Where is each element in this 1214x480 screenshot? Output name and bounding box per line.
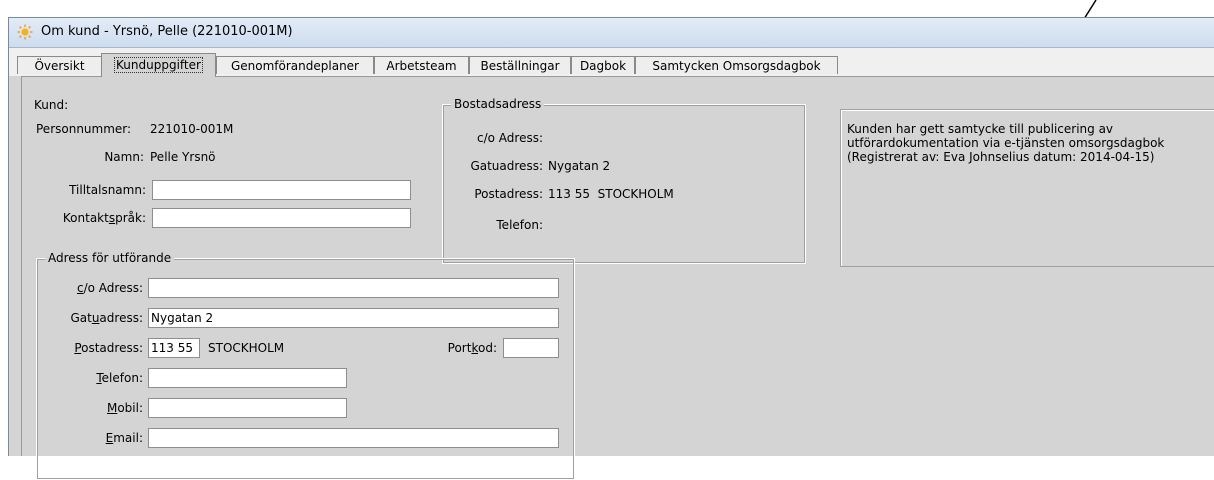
bostad-postadress-label: Postadress: (474, 187, 543, 201)
bostadsadress-group: Bostadsadress c/o Adress: Gatuadress: Ny… (442, 97, 806, 264)
samtycke-note: Kunden har gett samtycke till publicerin… (840, 109, 1214, 267)
namn-label: Namn: (104, 150, 144, 164)
utf-email-input[interactable] (148, 428, 559, 448)
tilltalsnamn-input[interactable] (152, 180, 411, 200)
tab-kunduppgifter[interactable]: Kunduppgifter (101, 53, 216, 77)
kontaktsprak-label: Kontaktspråk: (62, 211, 146, 225)
tab-dagbok[interactable]: Dagbok (571, 56, 635, 74)
utf-mobil-label: Mobil: (106, 401, 143, 415)
bostad-gatuadress-value: Nygatan 2 (548, 159, 611, 173)
utforande-adress-group: Adress för utförande c/o Adress: Gatuadr… (36, 251, 575, 480)
kunduppgifter-panel: Kund: Personnummer: 221010-001M Namn: Pe… (21, 76, 1214, 480)
samtycke-line-3: (Registrerat av: Eva Johnselius datum: 2… (847, 150, 1155, 164)
customer-window: Om kund - Yrsnö, Pelle (221010-001M) Öve… (8, 17, 1214, 480)
utf-postnummer-input[interactable]: 113 55 (148, 338, 200, 358)
utf-co-label: c/o Adress: (76, 281, 143, 295)
utf-postadress-label: Postadress: (74, 341, 143, 355)
utforande-title: Adress för utförande (45, 251, 175, 265)
tab-bar: Översikt Kunduppgifter Genomförandeplane… (9, 48, 1214, 77)
tab-arbetsteam[interactable]: Arbetsteam (374, 56, 469, 74)
title-bar: Om kund - Yrsnö, Pelle (221010-001M) (9, 18, 1214, 48)
bostad-gatuadress-label: Gatuadress: (470, 159, 543, 173)
tab-oversikt[interactable]: Översikt (17, 56, 102, 74)
sun-icon (17, 24, 33, 40)
bostad-co-label: c/o Adress: (476, 131, 543, 145)
tab-samtycken-omsorgsdagbok[interactable]: Samtycken Omsorgsdagbok (635, 56, 838, 74)
samtycke-line-1: Kunden har gett samtycke till publicerin… (847, 122, 1114, 136)
tab-bestallningar[interactable]: Beställningar (469, 56, 571, 74)
bostad-telefon-label: Telefon: (496, 218, 543, 232)
utf-portkod-input[interactable] (503, 338, 559, 358)
bostad-postadress-value: 113 55 STOCKHOLM (548, 187, 674, 201)
utf-portkod-label: Portkod: (447, 341, 497, 355)
utf-telefon-input[interactable] (148, 368, 347, 388)
personnummer-label: Personnummer: (36, 122, 132, 136)
tab-genomforandeplaner[interactable]: Genomförandeplaner (216, 56, 374, 74)
personnummer-value: 221010-001M (150, 122, 234, 136)
window-title: Om kund - Yrsnö, Pelle (221010-001M) (41, 24, 293, 39)
samtycke-line-2: utförardokumentation via e-tjänsten omso… (847, 136, 1165, 150)
utf-co-input[interactable] (148, 278, 559, 298)
utf-gatuadress-input[interactable]: Nygatan 2 (148, 308, 559, 328)
utf-postort-value: STOCKHOLM (208, 341, 285, 355)
utf-mobil-input[interactable] (148, 398, 347, 418)
namn-value: Pelle Yrsnö (150, 150, 216, 164)
utf-telefon-label: Telefon: (96, 371, 143, 385)
bostadsadress-title: Bostadsadress (451, 97, 545, 111)
utf-gatuadress-label: Gatuadress: (70, 311, 143, 325)
kund-heading: Kund: (34, 98, 69, 112)
tilltalsnamn-label: Tilltalsnamn: (69, 183, 146, 197)
kontaktsprak-input[interactable] (152, 208, 411, 228)
utf-email-label: Email: (105, 431, 143, 445)
